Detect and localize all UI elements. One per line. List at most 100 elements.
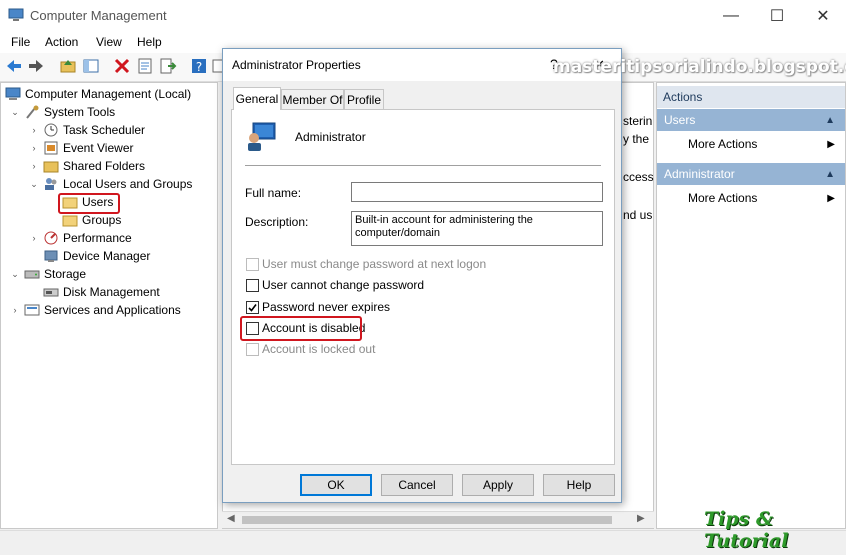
services-icon [24, 304, 40, 316]
collapse-up-icon[interactable]: ▲ [825, 115, 835, 126]
more-actions-administrator[interactable]: More Actions [688, 191, 757, 205]
clock-icon [44, 123, 58, 137]
export-list-icon[interactable] [159, 57, 177, 75]
folder-icon [62, 215, 78, 227]
maximize-button[interactable]: ☐ [754, 0, 800, 31]
tab-profile[interactable]: Profile [344, 89, 384, 109]
tree-item-services-apps[interactable]: › Services and Applications [9, 301, 181, 319]
tree-item-disk-management[interactable]: Disk Management [43, 283, 160, 301]
tab-general[interactable]: General [233, 87, 281, 110]
user-account-icon [248, 122, 276, 151]
tree-item-label: Disk Management [63, 285, 160, 299]
section-title: Users [664, 113, 696, 127]
chevron-right-icon[interactable]: › [9, 305, 21, 315]
must-change-password-checkbox[interactable] [246, 258, 259, 271]
tree-item-label: Computer Management (Local) [25, 87, 192, 101]
checkmark-icon [248, 304, 257, 312]
tools-icon [26, 105, 39, 119]
more-actions-users[interactable]: More Actions [688, 137, 757, 151]
tree-item-shared-folders[interactable]: › Shared Folders [28, 157, 146, 175]
back-arrow-icon[interactable] [5, 57, 23, 75]
tree-item-root[interactable]: Computer Management (Local) [5, 85, 191, 103]
computer-icon [5, 87, 21, 100]
actions-section-users[interactable]: Users ▲ [657, 109, 845, 131]
user-name: Administrator [295, 130, 366, 144]
help-icon[interactable]: ? [190, 57, 208, 75]
chevron-right-icon: ▶ [827, 139, 835, 150]
description-label: Description: [245, 215, 309, 229]
menu-help[interactable]: Help [137, 35, 162, 49]
tree-item-label: Groups [82, 213, 122, 227]
event-viewer-icon [44, 141, 58, 155]
apply-button[interactable]: Apply [462, 474, 534, 496]
shared-folder-icon [43, 161, 59, 173]
tree-item-label: Device Manager [63, 249, 151, 263]
tree-item-performance[interactable]: › Performance [28, 229, 132, 247]
chevron-right-icon[interactable]: › [28, 161, 40, 171]
storage-icon [24, 270, 40, 279]
tips-tutorial-logo: Tips & Tutorial [704, 508, 789, 552]
tree-item-label: Services and Applications [44, 303, 181, 317]
actions-section-administrator[interactable]: Administrator ▲ [657, 163, 845, 185]
tree-item-system-tools[interactable]: ⌄ System Tools [9, 103, 115, 121]
tree-item-device-manager[interactable]: Device Manager [43, 247, 150, 265]
menu-file[interactable]: File [11, 35, 30, 49]
menu-action[interactable]: Action [45, 35, 78, 49]
chevron-right-icon[interactable]: › [28, 125, 40, 135]
collapse-up-icon[interactable]: ▲ [825, 169, 835, 180]
close-button[interactable]: ✕ [800, 0, 846, 31]
tree-item-event-viewer[interactable]: › Event Viewer [28, 139, 134, 157]
tree-item-label: Task Scheduler [63, 123, 146, 137]
tab-member-of[interactable]: Member Of [281, 89, 344, 109]
ok-button[interactable]: OK [300, 474, 372, 496]
chevron-down-icon[interactable]: ⌄ [9, 269, 21, 280]
tree-item-label: Local Users and Groups [63, 177, 193, 191]
scrollbar-thumb[interactable] [242, 516, 612, 524]
scroll-left-icon[interactable]: ◀ [227, 513, 235, 524]
menu-view[interactable]: View [96, 35, 122, 49]
delete-icon[interactable] [113, 57, 131, 75]
window-title: Computer Management [30, 8, 167, 23]
actions-header: Actions [657, 86, 845, 108]
chevron-down-icon[interactable]: ⌄ [28, 179, 40, 190]
show-hide-tree-icon[interactable] [82, 57, 100, 75]
tree-item-label: Storage [44, 267, 87, 281]
chevron-right-icon[interactable]: › [28, 233, 40, 243]
cancel-button[interactable]: Cancel [381, 474, 453, 496]
full-name-field[interactable] [351, 182, 603, 202]
account-disabled-highlight-box [240, 316, 362, 341]
account-locked-out-checkbox[interactable] [246, 343, 259, 356]
tree-item-storage[interactable]: ⌄ Storage [9, 265, 86, 283]
chevron-right-icon[interactable]: › [28, 143, 40, 153]
checkbox-label: User must change password at next logon [262, 257, 487, 271]
horizontal-scrollbar[interactable]: ◀ ▶ [222, 511, 654, 528]
tree-item-label: Event Viewer [63, 141, 134, 155]
tree-item-groups[interactable]: Groups [62, 211, 121, 229]
performance-icon [44, 231, 58, 245]
minimize-button[interactable]: — [708, 0, 754, 31]
chevron-down-icon[interactable]: ⌄ [9, 107, 21, 118]
cannot-change-password-checkbox[interactable] [246, 279, 259, 292]
help-button[interactable]: Help [543, 474, 615, 496]
description-field[interactable]: Built-in account for administering the c… [351, 211, 603, 246]
watermark-text: masteritipsorialindo.blogspot.com [553, 57, 846, 77]
password-never-expires-checkbox[interactable] [246, 301, 259, 314]
tree-item-label: System Tools [44, 105, 116, 119]
checkbox-label: Account is locked out [262, 342, 376, 356]
svg-text:?: ? [196, 60, 202, 74]
actions-pane: Actions Users ▲ More Actions ▶ Administr… [656, 82, 846, 529]
up-folder-icon[interactable] [59, 57, 77, 75]
tree-item-local-users-groups[interactable]: ⌄ Local Users and Groups [28, 175, 192, 193]
tree-item-task-scheduler[interactable]: › Task Scheduler [28, 121, 146, 139]
tree-item-label: Shared Folders [63, 159, 146, 173]
device-manager-icon [44, 250, 58, 262]
computer-management-icon [8, 8, 24, 21]
scroll-right-icon[interactable]: ▶ [637, 513, 645, 524]
users-group-icon [45, 178, 57, 190]
checkbox-label: Password never expires [262, 300, 391, 314]
properties-icon[interactable] [136, 57, 154, 75]
tree-item-label: Performance [63, 231, 132, 245]
general-tab-panel: Administrator Full name: Description: Bu… [231, 109, 615, 465]
forward-arrow-icon[interactable] [27, 57, 45, 75]
checkbox-label: User cannot change password [262, 278, 425, 292]
